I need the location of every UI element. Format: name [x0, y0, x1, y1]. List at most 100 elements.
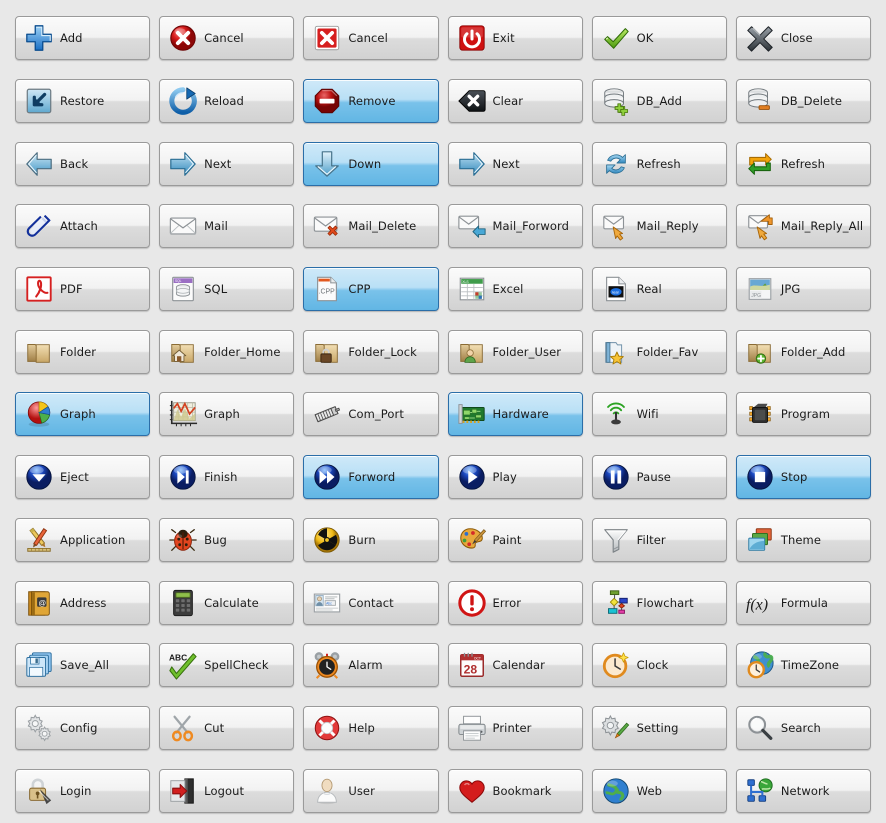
button-program[interactable]: Program	[735, 392, 871, 437]
button-com-port[interactable]: Com_Port	[303, 392, 439, 437]
button-hardware[interactable]: Hardware	[447, 392, 583, 437]
button-stop[interactable]: Stop	[735, 455, 871, 500]
button-label: Attach	[60, 219, 98, 234]
button-application[interactable]: Application	[15, 517, 151, 562]
button-paint[interactable]: Paint	[447, 517, 583, 562]
button-timezone[interactable]: TimeZone	[735, 643, 871, 688]
button-refresh[interactable]: Refresh	[591, 141, 727, 186]
plus-icon	[24, 23, 54, 53]
button-logout[interactable]: Logout	[159, 768, 295, 813]
button-contact[interactable]: Abc Contact	[303, 580, 439, 625]
button-theme[interactable]: Theme	[735, 517, 871, 562]
button-setting[interactable]: Setting	[591, 705, 727, 750]
button-label: Search	[780, 720, 821, 735]
button-graph[interactable]: Graph	[159, 392, 295, 437]
button-label: Program	[780, 407, 831, 422]
button-label: Folder_User	[492, 344, 562, 359]
button-label: Printer	[492, 720, 532, 735]
button-error[interactable]: Error	[447, 580, 583, 625]
button-db-add[interactable]: DB_Add	[591, 79, 727, 124]
button-formula[interactable]: f(x) Formula	[735, 580, 871, 625]
button-search[interactable]: Search	[735, 705, 871, 750]
svg-text:Abc: Abc	[326, 601, 332, 605]
button-bookmark[interactable]: Bookmark	[447, 768, 583, 813]
spellcheck-icon: ABC	[168, 650, 198, 680]
button-next[interactable]: Next	[447, 141, 583, 186]
button-config[interactable]: Config	[15, 705, 151, 750]
button-folder-user[interactable]: Folder_User	[447, 329, 583, 374]
button-ok[interactable]: OK	[591, 16, 727, 61]
button-wifi[interactable]: Wifi	[591, 392, 727, 437]
button-db-delete[interactable]: DB_Delete	[735, 79, 871, 124]
button-eject[interactable]: Eject	[15, 455, 151, 500]
button-folder[interactable]: Folder	[15, 329, 151, 374]
button-mail-forword[interactable]: Mail_Forword	[447, 204, 583, 249]
button-label: Contact	[348, 595, 394, 610]
button-label: Flowchart	[636, 595, 694, 610]
button-folder-home[interactable]: Folder_Home	[159, 329, 295, 374]
button-pause[interactable]: Pause	[591, 455, 727, 500]
button-back[interactable]: Back	[15, 141, 151, 186]
button-label: Folder_Add	[780, 344, 846, 359]
button-label: Down	[348, 156, 382, 171]
button-excel[interactable]: XLS Excel	[447, 267, 583, 312]
button-address[interactable]: @ Address	[15, 580, 151, 625]
button-pdf[interactable]: PDF	[15, 267, 151, 312]
button-jpg[interactable]: JPG JPG	[735, 267, 871, 312]
button-reload[interactable]: Reload	[159, 79, 295, 124]
button-mail-delete[interactable]: Mail_Delete	[303, 204, 439, 249]
button-flowchart[interactable]: Flowchart	[591, 580, 727, 625]
button-forword[interactable]: Forword	[303, 455, 439, 500]
mail-reply-all-icon	[745, 211, 775, 241]
button-bug[interactable]: Bug	[159, 517, 295, 562]
button-exit[interactable]: Exit	[447, 16, 583, 61]
button-refresh[interactable]: Refresh	[735, 141, 871, 186]
button-label: Refresh	[780, 156, 825, 171]
button-web[interactable]: Web	[591, 768, 727, 813]
restore-icon	[24, 86, 54, 116]
button-login[interactable]: Login	[15, 768, 151, 813]
button-mail[interactable]: Mail	[159, 204, 295, 249]
button-cpp[interactable]: .CPP CPP	[303, 267, 439, 312]
button-filter[interactable]: Filter	[591, 517, 727, 562]
button-close[interactable]: Close	[735, 16, 871, 61]
button-label: Login	[60, 783, 92, 798]
button-mail-reply[interactable]: Mail_Reply	[591, 204, 727, 249]
paint-palette-icon	[457, 525, 487, 555]
button-printer[interactable]: Printer	[447, 705, 583, 750]
button-attach[interactable]: Attach	[15, 204, 151, 249]
button-mail-reply-all[interactable]: Mail_Reply_All	[735, 204, 871, 249]
button-cut[interactable]: Cut	[159, 705, 295, 750]
button-folder-add[interactable]: Folder_Add	[735, 329, 871, 374]
button-restore[interactable]: Restore	[15, 79, 151, 124]
button-burn[interactable]: Burn	[303, 517, 439, 562]
button-help[interactable]: Help	[303, 705, 439, 750]
button-calendar[interactable]: OCT 28 Calendar	[447, 643, 583, 688]
button-spellcheck[interactable]: ABC SpellCheck	[159, 643, 295, 688]
button-folder-lock[interactable]: Folder_Lock	[303, 329, 439, 374]
button-alarm[interactable]: Alarm	[303, 643, 439, 688]
button-cancel[interactable]: Cancel	[159, 16, 295, 61]
formula-fx-icon: f(x)	[745, 588, 775, 618]
button-label: Real	[636, 282, 662, 297]
button-user[interactable]: User	[303, 768, 439, 813]
button-next[interactable]: Next	[159, 141, 295, 186]
pie-chart-icon	[24, 399, 54, 429]
button-real[interactable]: real Real	[591, 267, 727, 312]
button-label: Setting	[636, 720, 679, 735]
button-add[interactable]: Add	[15, 16, 151, 61]
button-clock[interactable]: Clock	[591, 643, 727, 688]
button-label: Application	[60, 532, 126, 547]
button-calculate[interactable]: Calculate	[159, 580, 295, 625]
button-network[interactable]: Network	[735, 768, 871, 813]
button-sql[interactable]: SQL SQL	[159, 267, 295, 312]
button-down[interactable]: Down	[303, 141, 439, 186]
button-finish[interactable]: Finish	[159, 455, 295, 500]
button-remove[interactable]: Remove	[303, 79, 439, 124]
button-graph[interactable]: Graph	[15, 392, 151, 437]
button-cancel[interactable]: Cancel	[303, 16, 439, 61]
button-clear[interactable]: Clear	[447, 79, 583, 124]
button-folder-fav[interactable]: Folder_Fav	[591, 329, 727, 374]
button-save-all[interactable]: Save_All	[15, 643, 151, 688]
button-play[interactable]: Play	[447, 455, 583, 500]
